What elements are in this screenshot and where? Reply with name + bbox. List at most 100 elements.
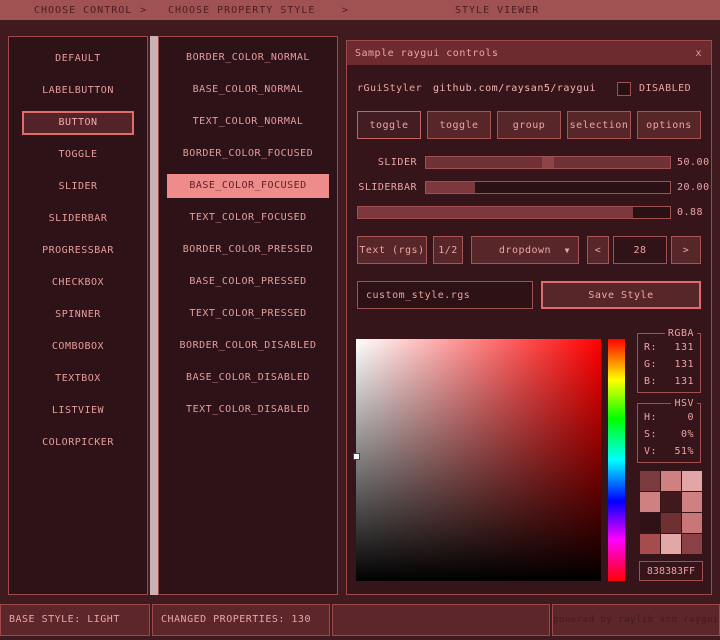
breadcrumb-choose-control: CHOOSE CONTROL	[34, 5, 132, 16]
list-item-combobox[interactable]: COMBOBOX	[22, 335, 134, 359]
hsv-s-value: 0%	[681, 426, 694, 443]
hex-color-input[interactable]: 838383FF	[639, 561, 703, 581]
color-swatch[interactable]	[682, 534, 702, 554]
list-item-toggle[interactable]: TOGGLE	[22, 143, 134, 167]
color-swatch[interactable]	[640, 534, 660, 554]
toggle-button-3[interactable]: group	[497, 111, 561, 139]
filename-input[interactable]: custom_style.rgs	[357, 281, 533, 309]
hsv-h-label: H:	[644, 409, 657, 426]
properties-scrollbar[interactable]	[150, 36, 158, 595]
list-item-spinner[interactable]: SPINNER	[22, 303, 134, 327]
hsv-row-h: H: 0	[638, 409, 700, 426]
color-swatch[interactable]	[640, 513, 660, 533]
sample-window-titlebar: Sample raygui controls x	[347, 41, 711, 65]
hsv-group: HSV H: 0 S: 0% V: 51%	[637, 403, 701, 463]
sliderbar-fill	[426, 182, 475, 193]
list-item-textbox[interactable]: TEXTBOX	[22, 367, 134, 391]
close-icon[interactable]: x	[695, 48, 711, 59]
prop-item-border-color-focused[interactable]: BORDER_COLOR_FOCUSED	[167, 142, 329, 166]
status-spacer	[332, 604, 550, 636]
sample-window-title: Sample raygui controls	[347, 48, 498, 59]
rgba-b-label: B:	[644, 373, 657, 390]
rgba-group: RGBA R: 131 G: 131 B: 131	[637, 333, 701, 393]
spinner-value-box[interactable]: 28	[613, 236, 667, 264]
color-swatch[interactable]	[682, 471, 702, 491]
list-item-listview[interactable]: LISTVIEW	[22, 399, 134, 423]
prop-item-text-color-normal[interactable]: TEXT_COLOR_NORMAL	[167, 110, 329, 134]
list-item-labelbutton[interactable]: LABELBUTTON	[22, 79, 134, 103]
list-item-checkbox[interactable]: CHECKBOX	[22, 271, 134, 295]
color-swatch[interactable]	[661, 492, 681, 512]
prop-item-base-color-normal[interactable]: BASE_COLOR_NORMAL	[167, 78, 329, 102]
breadcrumb-separator-icon: >	[342, 5, 349, 16]
hsv-s-label: S:	[644, 426, 657, 443]
rgba-row-r: R: 131	[638, 339, 700, 356]
spinner-decrement-button[interactable]: <	[587, 236, 609, 264]
toggle-button-4[interactable]: selection	[567, 111, 631, 139]
color-swatch[interactable]	[640, 471, 660, 491]
color-swatch[interactable]	[682, 492, 702, 512]
rgba-group-title: RGBA	[665, 328, 697, 339]
rgba-r-value: 131	[674, 339, 694, 356]
prop-item-base-color-pressed[interactable]: BASE_COLOR_PRESSED	[167, 270, 329, 294]
rgba-b-value: 131	[674, 373, 694, 390]
color-picker-sv-square[interactable]	[356, 339, 601, 581]
list-item-button[interactable]: BUTTON	[22, 111, 134, 135]
prop-item-border-color-disabled[interactable]: BORDER_COLOR_DISABLED	[167, 334, 329, 358]
toggle-button-5[interactable]: options	[637, 111, 701, 139]
sliderbar[interactable]	[425, 181, 671, 194]
color-swatch[interactable]	[661, 471, 681, 491]
list-item-default[interactable]: DEFAULT	[22, 47, 134, 71]
color-swatch[interactable]	[682, 513, 702, 533]
disabled-checkbox[interactable]	[617, 82, 631, 96]
prop-item-text-color-disabled[interactable]: TEXT_COLOR_DISABLED	[167, 398, 329, 422]
prop-item-border-color-normal[interactable]: BORDER_COLOR_NORMAL	[167, 46, 329, 70]
prop-item-text-color-focused[interactable]: TEXT_COLOR_FOCUSED	[167, 206, 329, 230]
breadcrumb-style-viewer: STYLE VIEWER	[455, 5, 539, 16]
slider-label: SLIDER	[353, 156, 417, 169]
slider-value: 50.00	[677, 156, 710, 169]
color-picker-hue-bar[interactable]	[608, 339, 625, 581]
hsv-v-label: V:	[644, 443, 657, 460]
slider-handle[interactable]	[542, 157, 554, 168]
sample-window: Sample raygui controls x rGuiStyler gith…	[346, 40, 712, 595]
prop-item-base-color-disabled[interactable]: BASE_COLOR_DISABLED	[167, 366, 329, 390]
styler-label: rGuiStyler	[357, 81, 422, 97]
color-swatch-grid	[640, 471, 702, 554]
dropdown-combobox[interactable]: dropdown ▼	[471, 236, 579, 264]
list-item-progressbar[interactable]: PROGRESSBAR	[22, 239, 134, 263]
rgba-g-value: 131	[674, 356, 694, 373]
hsv-row-s: S: 0%	[638, 426, 700, 443]
list-item-colorpicker[interactable]: COLORPICKER	[22, 431, 134, 455]
list-item-sliderbar[interactable]: SLIDERBAR	[22, 207, 134, 231]
toggle-button-2[interactable]: toggle	[427, 111, 491, 139]
color-swatch[interactable]	[661, 513, 681, 533]
prop-item-text-color-pressed[interactable]: TEXT_COLOR_PRESSED	[167, 302, 329, 326]
progressbar-value: 0.88	[677, 206, 703, 219]
chevron-down-icon: ▼	[565, 246, 570, 255]
progressbar	[357, 206, 671, 219]
prop-item-border-color-pressed[interactable]: BORDER_COLOR_PRESSED	[167, 238, 329, 262]
hsv-v-value: 51%	[674, 443, 694, 460]
toggle-group: toggle toggle group selection options	[357, 111, 701, 139]
color-swatch[interactable]	[640, 492, 660, 512]
breadcrumb-separator-icon: >	[140, 5, 147, 16]
half-button[interactable]: 1/2	[433, 236, 463, 264]
slider[interactable]	[425, 156, 671, 169]
rgba-row-g: G: 131	[638, 356, 700, 373]
breadcrumb-choose-property-style: CHOOSE PROPERTY STYLE	[168, 5, 315, 16]
sliderbar-value: 20.00	[677, 181, 710, 194]
toggle-button-1[interactable]: toggle	[357, 111, 421, 139]
color-picker-marker[interactable]	[353, 453, 360, 460]
prop-item-base-color-focused[interactable]: BASE_COLOR_FOCUSED	[167, 174, 329, 198]
color-swatch[interactable]	[661, 534, 681, 554]
spinner-increment-button[interactable]: >	[671, 236, 701, 264]
text-rgs-button[interactable]: Text (rgs)	[357, 236, 427, 264]
save-style-button[interactable]: Save Style	[541, 281, 701, 309]
list-item-slider[interactable]: SLIDER	[22, 175, 134, 199]
repo-link[interactable]: github.com/raysan5/raygui	[433, 81, 596, 97]
progressbar-fill	[358, 207, 633, 218]
status-bar: BASE STYLE: LIGHT CHANGED PROPERTIES: 13…	[0, 604, 720, 636]
rgba-row-b: B: 131	[638, 373, 700, 390]
disabled-label: DISABLED	[639, 81, 691, 97]
